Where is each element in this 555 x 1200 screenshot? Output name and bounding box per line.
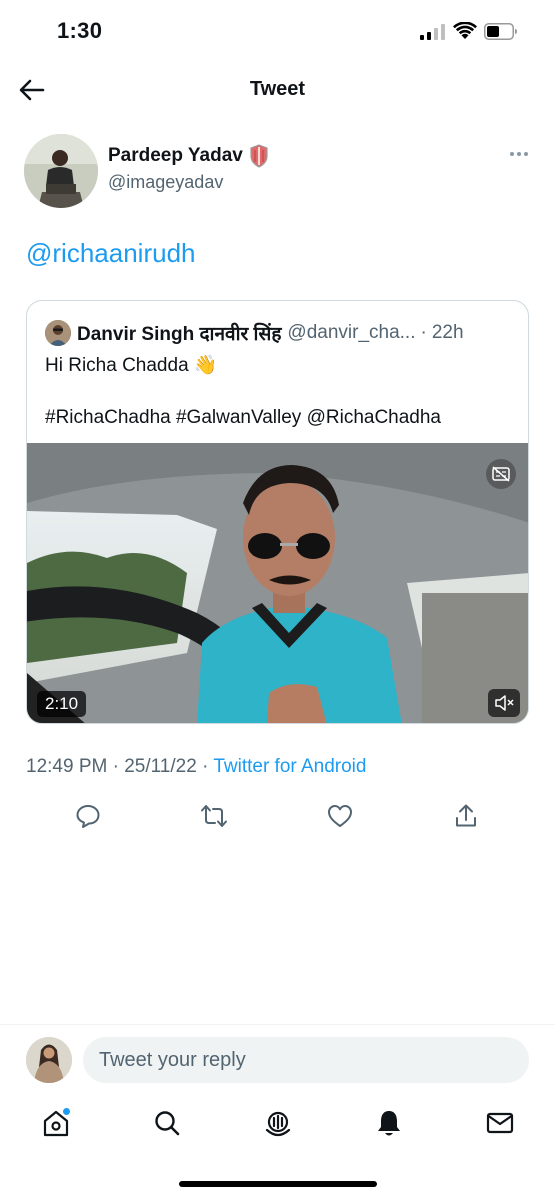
bottom-nav xyxy=(0,1100,555,1150)
party-badge-icon xyxy=(250,144,268,168)
mail-icon xyxy=(486,1112,514,1134)
spaces-icon xyxy=(265,1111,291,1137)
page-title: Tweet xyxy=(249,78,306,100)
tweet-time: 12:49 PM xyxy=(26,756,108,777)
share-icon xyxy=(456,804,476,827)
retweet-button[interactable] xyxy=(198,800,230,832)
status-bar: 1:30 xyxy=(0,0,555,62)
search-icon xyxy=(155,1111,180,1136)
comment-icon xyxy=(76,805,100,828)
quoted-author-name: Danvir Singh दानवीर सिंह xyxy=(77,324,282,345)
bell-icon xyxy=(378,1111,400,1136)
quoted-tweet-text-line1: Hi Richa Chadda 👋 xyxy=(45,355,218,376)
nav-notifications[interactable] xyxy=(372,1106,406,1140)
reply-button[interactable] xyxy=(72,800,104,832)
quoted-tweet-header: Danvir Singh दानवीर सिंह @danvir_cha... … xyxy=(45,319,514,347)
author-avatar[interactable] xyxy=(24,134,98,208)
status-time: 1:30 xyxy=(57,18,103,43)
tweet-date: 25/11/22 xyxy=(124,756,197,777)
quoted-tweet-age: 22h xyxy=(431,322,464,343)
author-handle[interactable]: @imageyadav xyxy=(108,172,223,193)
author-name-row: Pardeep Yadav xyxy=(108,144,269,168)
tweet-text-mention[interactable]: @richaanirudh xyxy=(26,238,195,269)
wifi-icon xyxy=(453,22,477,39)
tweet-author: Pardeep Yadav @imageyadav xyxy=(24,132,534,212)
tweet-source-link[interactable]: Twitter for Android xyxy=(213,756,366,777)
tweet-meta: 12:49 PM · 25/11/22 · Twitter for Androi… xyxy=(26,756,366,778)
separator: · xyxy=(420,322,427,343)
reply-bar: Tweet your reply xyxy=(0,1024,555,1096)
nav-messages[interactable] xyxy=(483,1106,517,1140)
share-button[interactable] xyxy=(450,800,482,832)
battery-icon xyxy=(484,23,517,40)
quoted-tweet[interactable]: Danvir Singh दानवीर सिंह @danvir_cha... … xyxy=(26,300,529,724)
more-button[interactable] xyxy=(510,146,534,162)
video-thumbnail xyxy=(27,443,528,723)
video-player[interactable]: 2:10 xyxy=(27,443,528,723)
tweet-actions xyxy=(0,800,555,832)
quoted-author-avatar xyxy=(45,320,71,346)
top-bar: Tweet xyxy=(0,62,555,118)
separator: · xyxy=(112,756,119,777)
home-notification-dot xyxy=(62,1107,71,1116)
mute-button[interactable] xyxy=(488,689,520,717)
home-indicator xyxy=(179,1181,377,1187)
quoted-tweet-text-line2: #RichaChadha #GalwanValley @RichaChadha xyxy=(45,407,442,428)
nav-search[interactable] xyxy=(150,1106,184,1140)
more-icon xyxy=(510,152,514,156)
separator: · xyxy=(202,756,209,777)
heart-icon xyxy=(328,805,352,827)
quoted-author-handle: @danvir_cha... xyxy=(287,322,416,343)
like-button[interactable] xyxy=(324,800,356,832)
nav-spaces[interactable] xyxy=(261,1106,295,1140)
retweet-icon xyxy=(201,805,227,827)
reply-input[interactable]: Tweet your reply xyxy=(83,1037,529,1083)
current-user-avatar[interactable] xyxy=(26,1037,72,1083)
cellular-signal-icon xyxy=(420,24,445,40)
author-name[interactable]: Pardeep Yadav xyxy=(108,145,243,167)
video-duration: 2:10 xyxy=(37,691,87,717)
captions-button[interactable] xyxy=(486,459,516,489)
speaker-muted-icon xyxy=(495,695,514,711)
nav-home[interactable] xyxy=(39,1106,73,1140)
captions-off-icon xyxy=(492,466,510,482)
